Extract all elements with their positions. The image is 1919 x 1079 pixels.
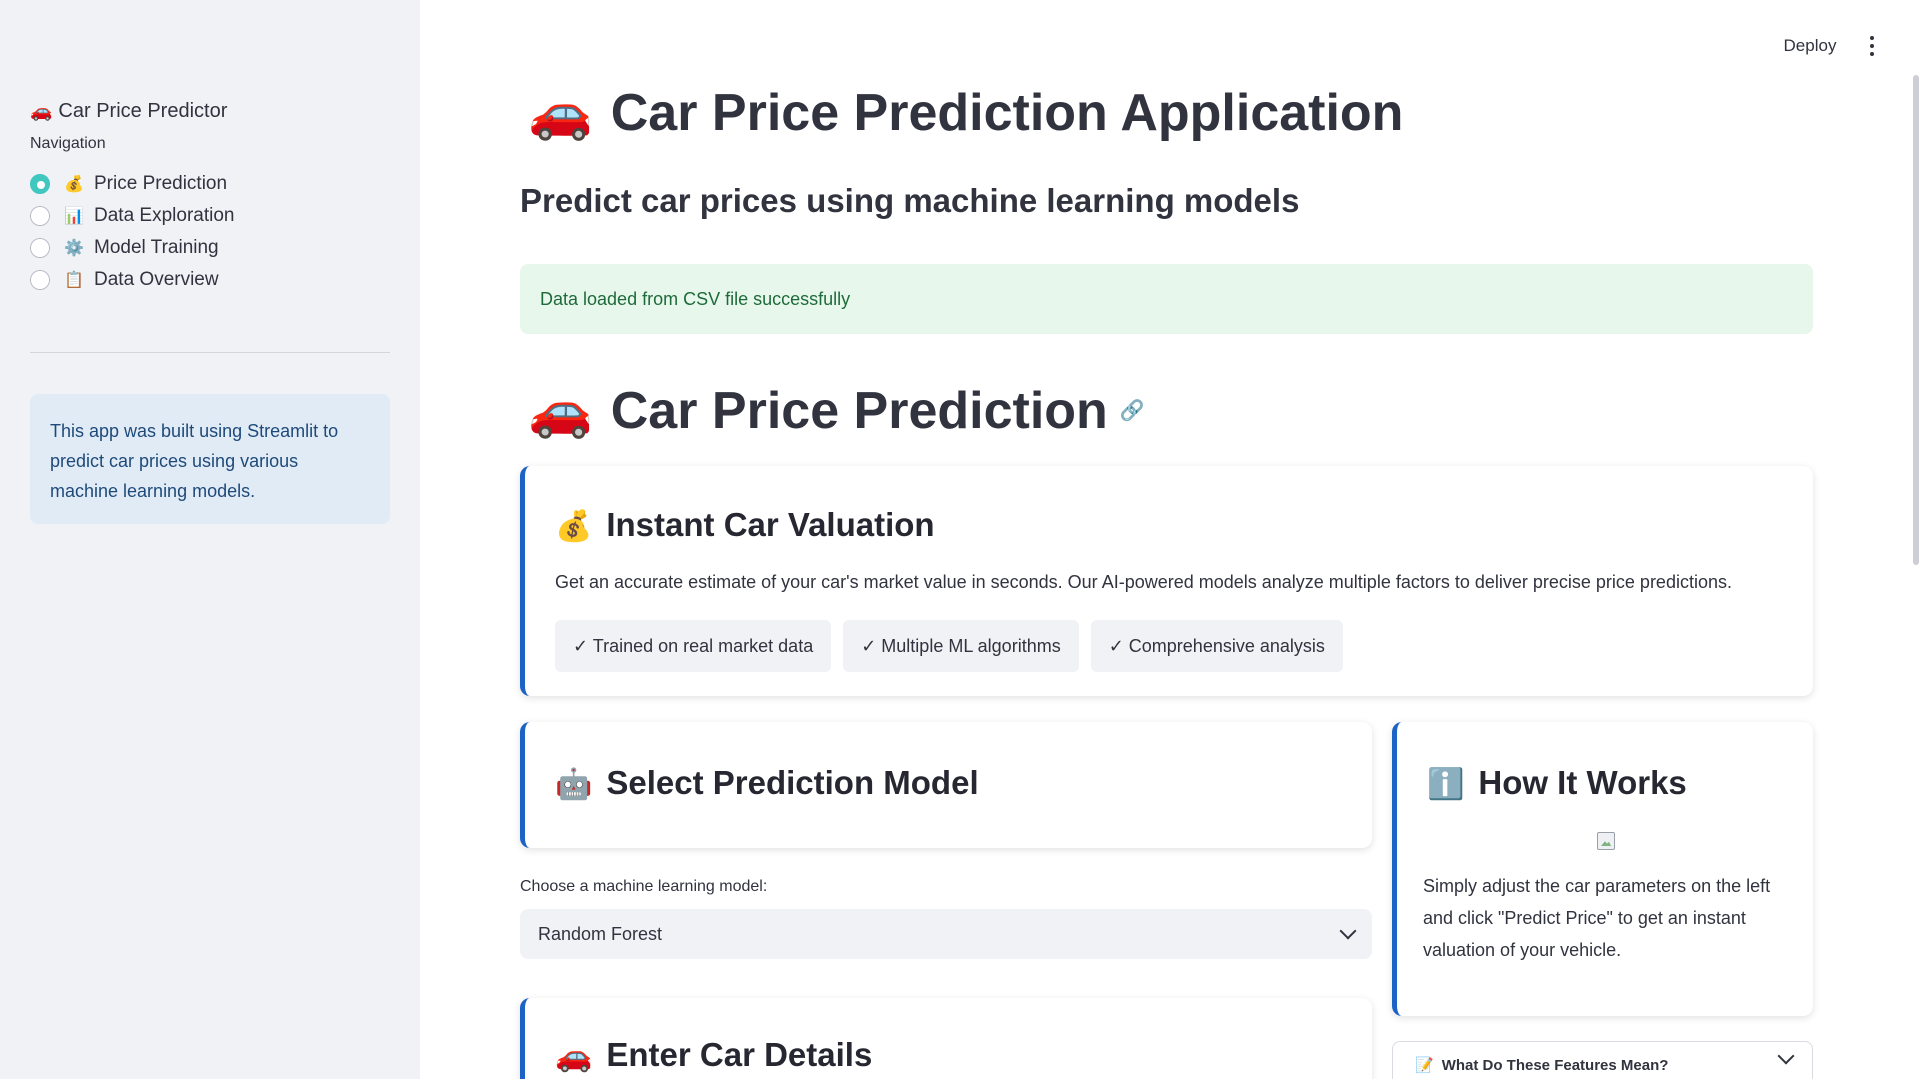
deploy-button[interactable]: Deploy [1770,30,1850,62]
clipboard-icon: 📋 [64,272,84,289]
app-root: 🚗 Car Price Predictor Navigation 💰 Price … [0,0,1919,1079]
money-bag-icon: 💰 [64,176,84,193]
valuation-card: 💰 Instant Car Valuation Get an accurate e… [520,466,1813,696]
car-details-card-title: 🚗 Enter Car Details [555,1036,872,1074]
nav-item-data-overview[interactable]: 📋 Data Overview [30,264,234,296]
car-icon: 🚗 [30,101,53,121]
page-subtitle: Predict car prices using machine learnin… [520,182,1300,219]
car-icon: 🚗 [528,382,593,440]
features-expander-label: 📝 What Do These Features Mean? [1415,1056,1668,1074]
how-it-works-card: ℹ️ How It Works Simply adjust the car par… [1392,722,1813,1016]
robot-icon: 🤖 [555,768,593,801]
model-select-label: Choose a machine learning model: [520,878,768,895]
how-it-works-title: ℹ️ How It Works [1427,764,1687,802]
page-title: 🚗 Car Price Prediction Application [528,82,1403,143]
money-bag-icon: 💰 [555,510,593,543]
feature-pill: ✓ Comprehensive analysis [1090,620,1343,672]
radio-unselected-icon[interactable] [30,238,50,258]
car-details-title-text: Enter Car Details [606,1036,873,1073]
how-it-works-title-text: How It Works [1478,764,1687,801]
info-icon: ℹ️ [1427,768,1465,801]
feature-pill: ✓ Trained on real market data [555,620,832,672]
sidebar-app-title: 🚗 Car Price Predictor [30,100,227,123]
valuation-card-title: 💰 Instant Car Valuation [555,506,935,544]
features-expander[interactable]: 📝 What Do These Features Mean? [1392,1041,1813,1079]
feature-pill: ✓ Multiple ML algorithms [843,620,1079,672]
valuation-title-text: Instant Car Valuation [606,506,935,543]
more-vertical-icon[interactable] [1860,32,1884,60]
gear-icon: ⚙️ [64,240,84,257]
nav-item-price-prediction[interactable]: 💰 Price Prediction [30,168,234,200]
car-icon: 🚗 [528,84,593,142]
how-it-works-text: Simply adjust the car parameters on the … [1423,876,1771,960]
success-alert: Data loaded from CSV file successfully [520,264,1813,334]
select-model-card: 🤖 Select Prediction Model [520,722,1372,848]
select-model-title-text: Select Prediction Model [606,764,979,801]
model-select[interactable]: Random Forest [520,909,1372,959]
sidebar-app-title-text: Car Price Predictor [58,100,228,122]
section-title: 🚗 Car Price Prediction 🔗 [528,380,1145,441]
memo-icon: 📝 [1415,1057,1434,1074]
nav-item-label: Data Exploration [94,205,235,226]
car-icon: 🚗 [555,1040,593,1073]
main-scrollbar[interactable] [1913,75,1919,565]
sidebar-info-box: This app was built using Streamlit to pr… [30,394,390,524]
chevron-down-icon [1339,922,1357,940]
radio-unselected-icon[interactable] [30,206,50,226]
select-model-card-title: 🤖 Select Prediction Model [555,764,979,802]
radio-selected-icon[interactable] [30,174,50,194]
nav-item-label: Price Prediction [94,173,228,194]
nav-item-label: Model Training [94,237,219,258]
bar-chart-icon: 📊 [64,208,84,225]
broken-image-icon [1597,832,1615,850]
nav-item-model-training[interactable]: ⚙️ Model Training [30,232,234,264]
nav-item-label: Data Overview [94,269,219,290]
feature-pills: ✓ Trained on real market data ✓ Multiple… [555,620,1343,672]
page-title-text: Car Price Prediction Application [610,84,1404,142]
section-title-text: Car Price Prediction [610,381,1108,440]
anchor-link-icon[interactable]: 🔗 [1120,398,1145,423]
navigation-label: Navigation [30,135,106,152]
nav-item-data-exploration[interactable]: 📊 Data Exploration [30,200,234,232]
features-expander-text: What Do These Features Mean? [1441,1057,1669,1074]
valuation-description: Get an accurate estimate of your car's m… [555,572,1732,592]
navigation-radio-group: 💰 Price Prediction 📊 Data Exploration ⚙️… [30,168,234,296]
model-select-value: Random Forest [538,923,663,944]
radio-unselected-icon[interactable] [30,270,50,290]
sidebar: 🚗 Car Price Predictor Navigation 💰 Price … [0,0,420,1079]
car-details-card: 🚗 Enter Car Details [520,998,1372,1079]
chevron-down-icon [1777,1047,1795,1065]
sidebar-divider [30,352,390,353]
